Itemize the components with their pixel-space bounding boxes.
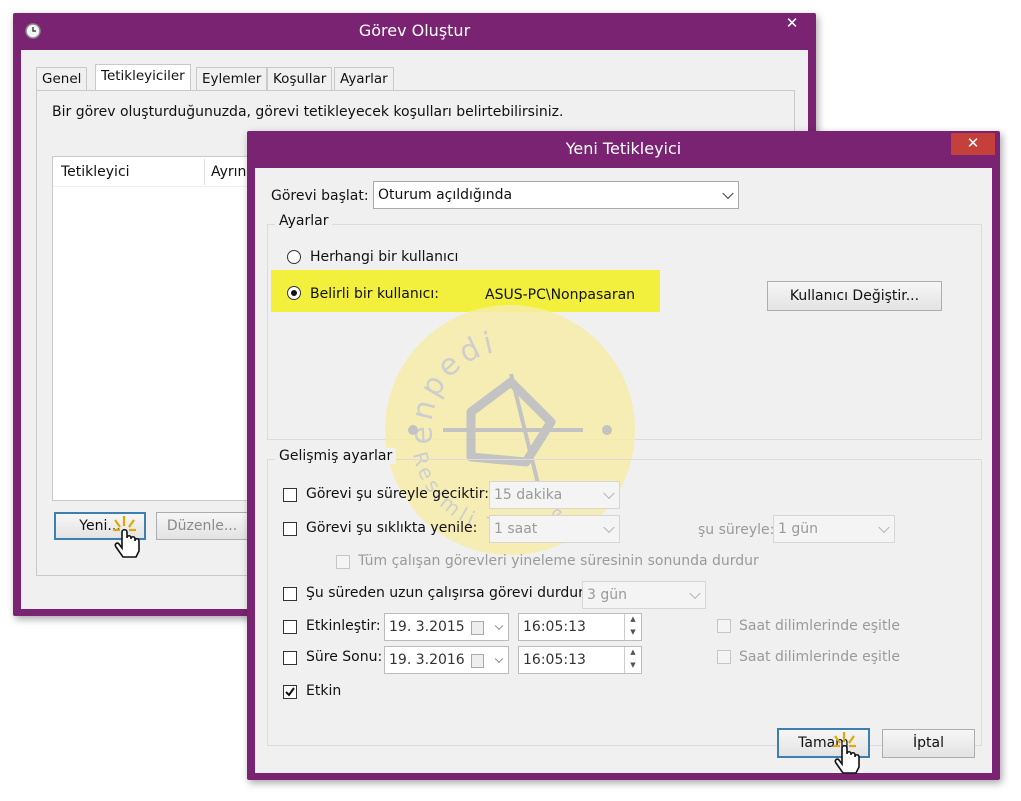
window-title: Görev Oluştur <box>358 21 471 40</box>
enabled-label[interactable]: Etkin <box>306 683 341 699</box>
radio-selected-dot <box>291 290 297 296</box>
hand-cursor-icon <box>110 512 150 564</box>
chevron-down-icon <box>689 587 701 600</box>
duration-dropdown[interactable]: 1 gün <box>773 515 895 543</box>
activate-date-picker[interactable]: 19. 3.2015 <box>384 613 509 641</box>
new-trigger-titlebar[interactable]: Yeni Tetikleyici <box>247 131 1000 167</box>
tab-triggers[interactable]: Tetikleyiciler <box>95 64 191 91</box>
close-button[interactable]: ✕ <box>951 133 995 155</box>
radio-specific-user[interactable] <box>287 286 301 300</box>
chevron-down-icon <box>603 521 615 534</box>
sync-timezone-checkbox-2[interactable] <box>717 650 731 664</box>
expire-label[interactable]: Süre Sonu: <box>306 649 382 665</box>
chevron-down-icon <box>722 187 734 200</box>
radio-specific-user-label[interactable]: Belirli bir kullanıcı: <box>310 286 439 302</box>
tab-settings[interactable]: Ayarlar <box>334 67 394 90</box>
edit-trigger-button[interactable]: Düzenle... <box>156 512 248 540</box>
spin-up-icon[interactable]: ▲ <box>624 614 641 627</box>
stop-all-label[interactable]: Tüm çalışan görevleri yineleme süresinin… <box>358 553 759 569</box>
delay-checkbox[interactable] <box>283 488 297 502</box>
close-icon: ✕ <box>966 134 980 152</box>
sync-timezone-label-2[interactable]: Saat dilimlerinde eşitle <box>739 649 900 665</box>
table-header-details[interactable]: Ayrın <box>211 164 246 180</box>
calendar-icon[interactable] <box>471 621 484 635</box>
chevron-down-icon <box>878 521 890 534</box>
stop-all-checkbox[interactable] <box>336 555 350 569</box>
radio-any-user[interactable] <box>287 250 301 264</box>
tab-conditions[interactable]: Koşullar <box>267 67 333 90</box>
repeat-dropdown[interactable]: 1 saat <box>489 515 620 543</box>
chevron-down-icon[interactable] <box>494 621 504 631</box>
activate-label[interactable]: Etkinleştir: <box>306 618 381 634</box>
create-task-titlebar[interactable]: Görev Oluştur <box>13 13 816 49</box>
tab-general[interactable]: Genel <box>36 67 88 90</box>
duration-label: şu süreyle: <box>698 522 775 538</box>
checkmark-icon <box>285 687 295 697</box>
stop-long-label[interactable]: Şu süreden uzun çalışırsa görevi durdur: <box>306 585 588 601</box>
sync-timezone-label-1[interactable]: Saat dilimlerinde eşitle <box>739 618 900 634</box>
spin-down-icon[interactable]: ▼ <box>624 660 641 673</box>
change-user-button[interactable]: Kullanıcı Değiştir... <box>767 281 942 311</box>
tab-actions[interactable]: Eylemler <box>196 67 268 90</box>
start-task-dropdown[interactable]: Oturum açıldığında <box>373 181 739 209</box>
user-name: ASUS-PC\Nonpasaran <box>485 287 636 303</box>
activate-time-spinner[interactable]: 16:05:13 ▲ ▼ <box>518 613 642 641</box>
stop-long-dropdown[interactable]: 3 gün <box>582 581 706 609</box>
close-button[interactable]: ✕ <box>770 13 814 35</box>
chevron-down-icon[interactable] <box>494 654 504 664</box>
table-header-trigger[interactable]: Tetikleyici <box>61 164 130 180</box>
spin-down-icon[interactable]: ▼ <box>624 627 641 640</box>
sync-timezone-checkbox-1[interactable] <box>717 619 731 633</box>
start-task-label: Görevi başlat: <box>271 188 369 204</box>
delay-label[interactable]: Görevi şu süreyle geciktir: <box>306 486 489 502</box>
stop-long-checkbox[interactable] <box>283 587 297 601</box>
repeat-checkbox[interactable] <box>283 522 297 536</box>
close-icon: ✕ <box>785 14 799 32</box>
delay-dropdown[interactable]: 15 dakika <box>489 481 620 509</box>
settings-group-title: Ayarlar <box>275 213 333 229</box>
header-divider <box>204 159 205 185</box>
expire-date-picker[interactable]: 19. 3.2016 <box>384 646 509 674</box>
repeat-label[interactable]: Görevi şu sıklıkta yenile: <box>306 520 477 536</box>
advanced-group-title: Gelişmiş ayarlar <box>275 448 397 464</box>
calendar-icon[interactable] <box>471 654 484 668</box>
triggers-description: Bir görev oluşturduğunuzda, görevi tetik… <box>52 104 564 120</box>
chevron-down-icon <box>603 487 615 500</box>
expire-checkbox[interactable] <box>283 651 297 665</box>
activate-checkbox[interactable] <box>283 620 297 634</box>
radio-any-user-label[interactable]: Herhangi bir kullanıcı <box>310 249 458 265</box>
start-task-value: Oturum açıldığında <box>378 187 513 203</box>
enabled-checkbox[interactable] <box>283 685 297 699</box>
hand-cursor-icon <box>830 728 870 780</box>
spin-up-icon[interactable]: ▲ <box>624 647 641 660</box>
cancel-button[interactable]: İptal <box>882 729 975 758</box>
expire-time-spinner[interactable]: 16:05:13 ▲ ▼ <box>518 646 642 674</box>
window-title: Yeni Tetikleyici <box>565 139 682 158</box>
new-trigger-client: Görevi başlat: Oturum açıldığında Ayarla… <box>255 168 992 773</box>
clock-icon <box>25 23 41 39</box>
new-trigger-window: Yeni Tetikleyici ✕ Görevi başlat: Oturum… <box>247 131 1000 780</box>
